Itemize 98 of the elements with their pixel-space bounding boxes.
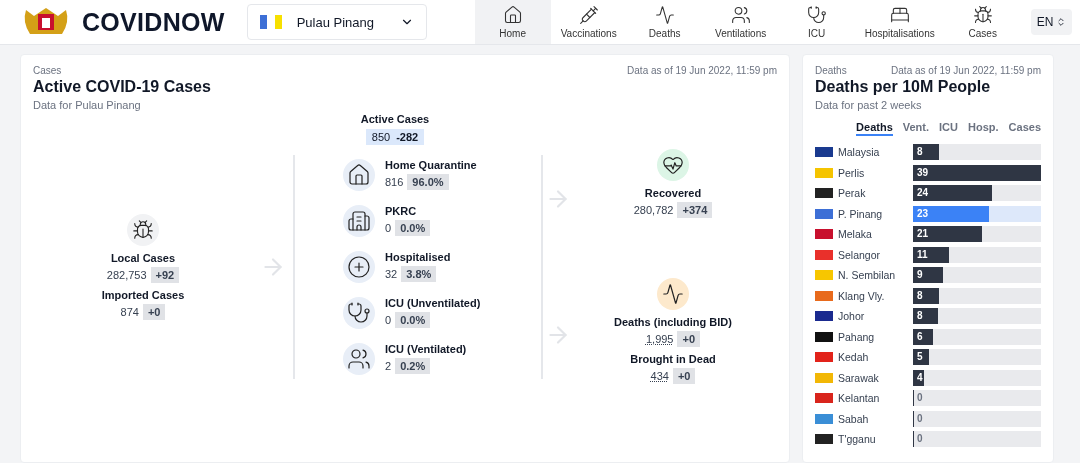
state-name: N. Sembilan [838,269,897,281]
metric-tab[interactable]: Hosp. [968,121,999,136]
state-name: Perak [838,187,867,199]
stat-label: Recovered [644,187,702,199]
stat-value: 0 [385,222,392,234]
building-icon [347,208,371,233]
people-icon [347,346,371,371]
bar-value: 8 [917,146,923,157]
stat-value: 282,753 [106,268,147,281]
stat-value: 2 [385,360,392,372]
home-icon [502,5,523,25]
state-name: P. Pinang [838,207,884,220]
stat-value: 280,782 [633,204,674,216]
bar-value: 6 [917,330,923,342]
bar-value: 4 [917,371,923,383]
card-eyebrow: Deaths [815,65,847,76]
nav-tab[interactable]: Home [474,0,551,44]
stat-label: Local Cases [110,251,176,264]
bar-value: 0 [917,392,923,403]
updated-time: Data as of 19 Jun 2022, 11:59 pm [627,65,777,76]
bed-icon [889,5,910,25]
stat-value: 0 [385,314,392,326]
state-name: Pahang [838,330,876,343]
bar-value: 8 [917,289,923,301]
house-icon [347,162,371,187]
card-subtitle: Data for past 2 weeks [815,99,923,111]
pulse-icon [662,283,684,305]
state-name: Melaka [838,228,873,240]
stat-value: 32 [385,268,398,280]
stat-label: Brought in Dead [630,353,716,365]
stat-label: Deaths (including BID) [614,316,732,328]
bar-value: 9 [917,269,923,280]
stat-value: 874 [120,305,139,318]
metric-tab[interactable]: Vent. [902,121,930,136]
bar-value: 21 [917,228,929,239]
updown-icon [1056,17,1067,27]
stat-value: 1,995 [645,333,674,345]
change-badge: +0 [142,303,166,320]
updated-time: Data as of 19 Jun 2022, 11:59 pm [891,65,1041,76]
stat-value: 434 [650,370,669,382]
bar-value: 0 [917,412,923,424]
pulse-icon [654,5,675,25]
bar-value: 11 [917,248,928,260]
state-name: Selangor [838,248,882,261]
change-badge: +0 [677,331,701,347]
state-name: Sabah [838,412,870,425]
people-icon [730,5,751,25]
active-cases-badge: 850 -282 [365,129,425,145]
change-badge: +374 [677,202,713,218]
bar-value: 24 [917,187,929,198]
state-name: Johor [838,310,866,322]
syringe-icon [578,5,599,25]
stat-label: Active Cases [360,113,430,125]
stat-label: ICU (Ventilated) [385,343,467,355]
share-badge: 3.8% [401,266,437,282]
state-name: Kelantan [838,392,881,404]
state-name: Klang Vly. [838,289,886,302]
nav-tab[interactable]: Deaths [626,0,703,44]
bar-value: 0 [917,433,923,444]
card-eyebrow: Cases [33,65,62,76]
stat-label: Home Quarantine [385,159,477,171]
cross-icon [347,254,371,279]
state-name: T'gganu [838,433,877,445]
card-title: Deaths per 10M People [815,78,992,96]
card-title: Active COVID-19 Cases [33,78,212,96]
share-badge: 0.0% [395,312,431,328]
nav-tab[interactable]: Hospitalisations [854,0,945,44]
stat-label: PKRC [385,205,418,217]
share-badge: 96.0% [407,174,449,190]
change-badge: +92 [150,266,180,283]
state-name: Perlis [838,166,866,179]
card-subtitle: Data for Pulau Pinang [33,99,142,111]
state-name: Kedah [838,351,870,363]
flag-icon [259,15,282,29]
bar-value: 23 [917,207,929,219]
share-badge: 0.0% [395,220,431,236]
share-badge: 0.2% [395,358,431,374]
heart-pulse-icon [662,154,684,176]
nav-tab[interactable]: Cases [944,0,1021,44]
stat-label: Hospitalised [385,251,451,263]
stat-label: ICU (Unventilated) [385,297,481,309]
metric-tab[interactable]: Deaths [856,121,893,136]
language-select[interactable]: EN [1030,9,1073,35]
stat-value: 816 [385,176,404,188]
metric-tab[interactable]: Cases [1008,121,1041,136]
bar-value: 39 [917,166,929,178]
nav-tab[interactable]: ICU [778,0,855,44]
bar-value: 8 [917,310,923,321]
state-name: Malaysia [838,146,881,158]
change-badge: +0 [672,368,696,384]
stat-label: Imported Cases [101,288,185,301]
state-name: Sarawak [838,371,880,384]
metric-tab[interactable]: ICU [939,121,958,136]
nav-tab[interactable]: Vaccinations [550,0,627,44]
brand-name: COVIDNOW [82,7,225,37]
state-select[interactable]: Pulau Pinang [246,4,427,40]
bar-value: 5 [917,351,923,362]
nav-tab[interactable]: Ventilations [702,0,779,44]
